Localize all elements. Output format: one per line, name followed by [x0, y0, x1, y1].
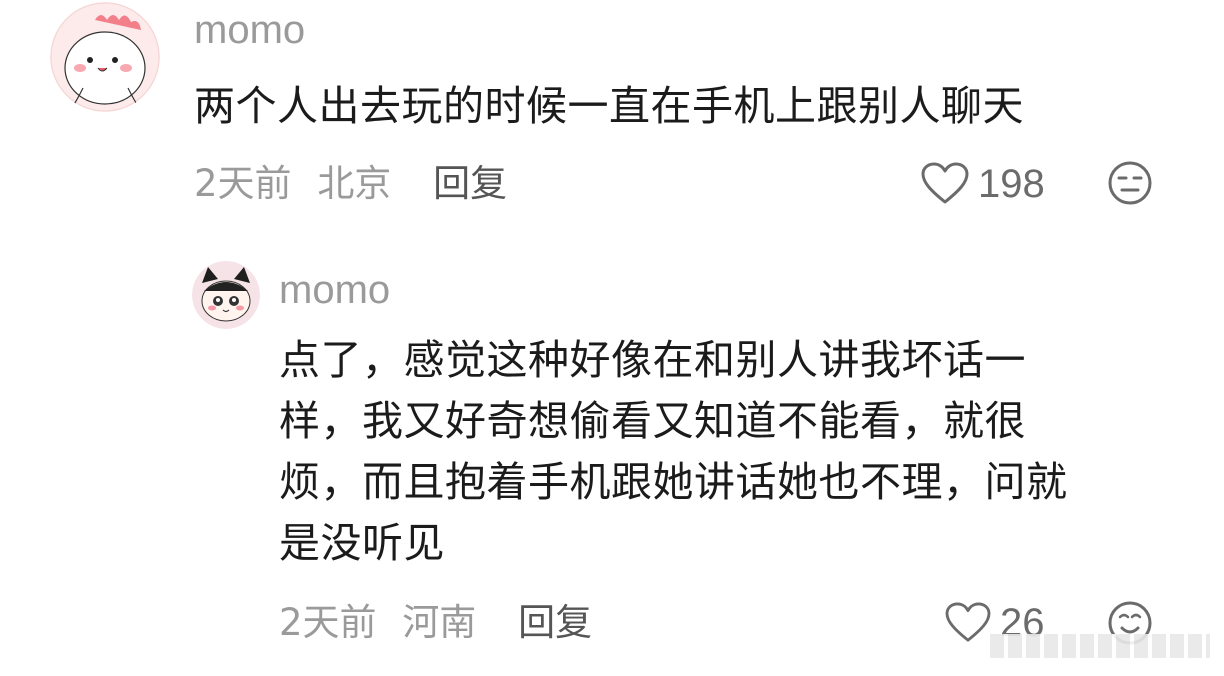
username[interactable]: momo: [194, 6, 305, 54]
like-button[interactable]: 198: [920, 162, 1045, 206]
comment-time: 2天前: [279, 601, 377, 644]
reply-button[interactable]: 回复: [518, 601, 592, 644]
comment-meta: 2天前 北京 回复: [194, 162, 507, 206]
like-count: 198: [978, 162, 1045, 206]
username[interactable]: momo: [279, 266, 390, 314]
cat-ears-avatar-icon: [192, 261, 260, 329]
comment-text-line: 样，我又好奇想偷看又知道不能看，就很: [279, 397, 1026, 445]
smirk-face-icon: [1108, 161, 1152, 205]
comment-text-line: 烦，而且抱着手机跟她讲话她也不理，问就: [279, 458, 1068, 506]
comment-text-line: 点了，感觉这种好像在和别人讲我坏话一: [279, 336, 1026, 384]
comment-location: 北京: [317, 162, 392, 205]
comment-text-line: 是没听见: [279, 519, 445, 567]
user-avatar[interactable]: [192, 261, 260, 329]
watermark: [990, 634, 1210, 658]
emoji-reaction-button[interactable]: [1107, 160, 1153, 210]
dinosaur-avatar-icon: [50, 2, 160, 112]
user-avatar[interactable]: [50, 2, 160, 112]
heart-icon: [921, 162, 969, 204]
heart-icon: [945, 602, 991, 642]
comment-meta: 2天前 河南 回复: [279, 601, 592, 645]
comment-location: 河南: [402, 601, 477, 644]
comment-text: 两个人出去玩的时候一直在手机上跟别人聊天: [194, 82, 1024, 130]
comment-time: 2天前: [194, 162, 292, 205]
reply-button[interactable]: 回复: [433, 162, 507, 205]
comment-text: 点了，感觉这种好像在和别人讲我坏话一 样，我又好奇想偷看又知道不能看，就很 烦，…: [279, 330, 1209, 574]
